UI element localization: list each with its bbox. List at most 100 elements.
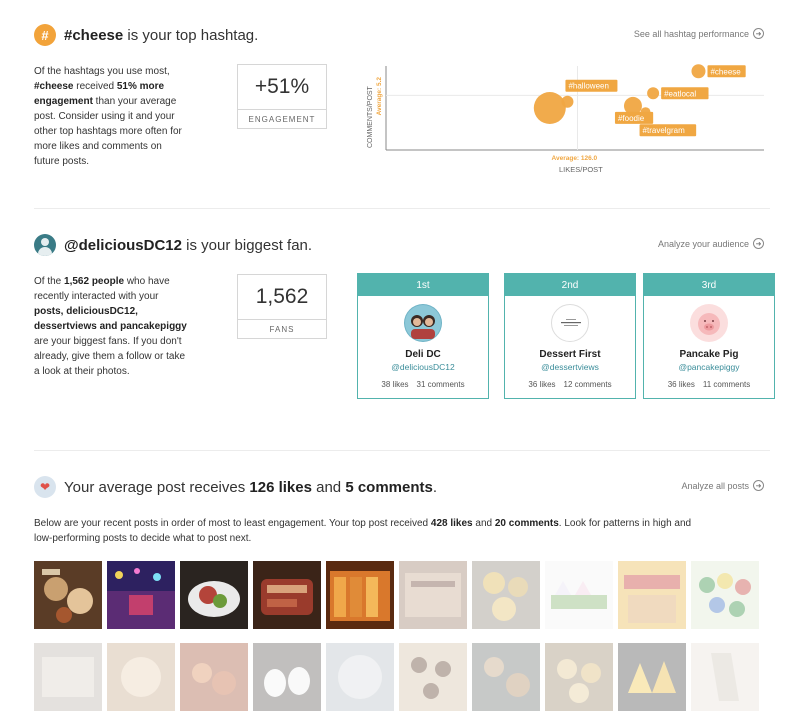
fans-desc-line: dessertviews and pancakepiggy: [34, 319, 224, 334]
hashtag-desc-line: post. Consider using it and your: [34, 111, 175, 122]
hashtag-desc-line: more likes and comments on: [34, 141, 162, 152]
top-fan-handle: @deliciousDC12: [64, 236, 182, 254]
fan-card-3[interactable]: 3rd Pancake Pig @pancakepiggy 36 likes 11…: [643, 273, 775, 399]
fans-desc-bold: 1,562 people: [64, 276, 125, 287]
fan-name: Dessert First: [539, 349, 601, 360]
fan-stats: 38 likes 31 comments: [358, 380, 488, 389]
hashtag-desc-text: received: [73, 81, 117, 92]
hashtag-title-rest: is your top hashtag.: [123, 26, 259, 44]
post-thumbnail[interactable]: [618, 643, 686, 711]
post-thumbnail[interactable]: [253, 643, 321, 711]
post-thumbnail[interactable]: [180, 643, 248, 711]
fan-rank: 1st: [358, 274, 488, 296]
fan-likes: 36 likes: [667, 380, 695, 389]
hashtag-desc-line: engagement than your average: [34, 94, 224, 109]
scatter-point: [561, 95, 574, 108]
post-image: [326, 561, 394, 629]
fan-handle-link[interactable]: @pancakepiggy: [644, 362, 774, 372]
x-axis-label: LIKES/POST: [559, 165, 603, 174]
post-thumbnail[interactable]: [472, 643, 540, 711]
divider: [34, 208, 770, 209]
fan-handle-link[interactable]: @dessertviews: [505, 362, 635, 372]
fan-card-2[interactable]: 2nd Dessert First @dessertviews 36 likes…: [504, 273, 636, 399]
post-image: [34, 643, 102, 711]
post-image: [107, 643, 175, 711]
hashtag-scatter-chart: #halloween #foodie #travelgram #eatlocal #ch…: [362, 60, 772, 180]
fan-name: Pancake Pig: [679, 349, 739, 360]
post-thumbnail[interactable]: [618, 561, 686, 629]
post-thumbnail[interactable]: [545, 643, 613, 711]
hashtag-desc-line: Of the hashtags you use most,: [34, 66, 170, 77]
fan-avatar[interactable]: [404, 304, 442, 342]
post-thumbnail[interactable]: [691, 643, 759, 711]
post-image: [34, 561, 102, 629]
post-thumbnail[interactable]: [107, 561, 175, 629]
post-thumbnail[interactable]: [399, 643, 467, 711]
posts-desc-text: and: [472, 518, 495, 529]
post-thumbnail[interactable]: [326, 643, 394, 711]
fan-handle-link[interactable]: @deliciousDC12: [358, 362, 488, 372]
post-thumbnail[interactable]: [34, 643, 102, 711]
top-post-likes: 428 likes: [430, 518, 473, 529]
fans-desc-text: who have: [124, 276, 170, 287]
post-image: [180, 643, 248, 711]
post-thumbnail[interactable]: [180, 561, 248, 629]
posts-desc-text: Below are your recent posts in order of …: [34, 518, 431, 529]
analyze-posts-link[interactable]: Analyze all posts ➜: [681, 480, 764, 491]
post-image: [326, 643, 394, 711]
avg-likes: 126 likes: [249, 478, 312, 496]
analyze-posts-label[interactable]: Analyze all posts: [681, 481, 749, 491]
engagement-label: ENGAGEMENT: [248, 114, 316, 124]
arrow-right-icon[interactable]: ➜: [753, 28, 764, 39]
fan-card-1[interactable]: 1st Deli DC @deliciousDC12 38 likes 31 co…: [357, 273, 489, 399]
fan-avatar[interactable]: [690, 304, 728, 342]
scatter-point: [533, 92, 566, 124]
see-all-hashtag-link[interactable]: See all hashtag performance ➜: [634, 28, 764, 39]
fan-stats: 36 likes 12 comments: [505, 380, 635, 389]
divider: [34, 450, 770, 451]
top-hashtag: #cheese: [64, 26, 124, 44]
hashtag-desc-bold: 51% more: [116, 81, 165, 92]
post-image: [253, 643, 321, 711]
see-all-hashtag-label[interactable]: See all hashtag performance: [634, 29, 749, 39]
arrow-right-icon[interactable]: ➜: [753, 238, 764, 249]
analyze-audience-link[interactable]: Analyze your audience ➜: [658, 238, 764, 249]
posts-title-text: .: [432, 478, 438, 496]
post-thumbnail[interactable]: [399, 561, 467, 629]
analyze-audience-label[interactable]: Analyze your audience: [658, 239, 749, 249]
post-thumbnail[interactable]: [326, 561, 394, 629]
posts-desc-line: Below are your recent posts in order of …: [34, 516, 774, 531]
fans-desc-bold: dessertviews and pancakepiggy: [34, 321, 187, 332]
hashtag-desc-bold: engagement: [34, 96, 93, 107]
hashtag-desc-line: other top hashtags more often for: [34, 126, 182, 137]
fans-section-title: @deliciousDC12 is your biggest fan.: [34, 234, 312, 256]
fan-avatar-image: [405, 305, 441, 341]
fan-avatar[interactable]: [551, 304, 589, 342]
posts-description: Below are your recent posts in order of …: [34, 516, 774, 546]
post-thumbnail[interactable]: [253, 561, 321, 629]
fan-rank: 3rd: [644, 274, 774, 296]
post-image: [691, 561, 759, 629]
arrow-right-icon[interactable]: ➜: [753, 480, 764, 491]
point-label: #eatlocal: [664, 89, 696, 98]
hashtag-description: Of the hashtags you use most, #cheese re…: [34, 64, 224, 169]
fans-desc-line: are your biggest fans. If you don't: [34, 336, 182, 347]
post-thumbnail[interactable]: [34, 561, 102, 629]
top-post-comments: 20 comments: [494, 518, 559, 529]
post-thumbnail[interactable]: [107, 643, 175, 711]
fans-desc-line: already, give them a follow or take: [34, 351, 186, 362]
post-thumbnail[interactable]: [691, 561, 759, 629]
point-label: #halloween: [568, 82, 608, 91]
post-thumbnail[interactable]: [472, 561, 540, 629]
post-thumbnail[interactable]: [545, 561, 613, 629]
fan-comments: 12 comments: [563, 380, 612, 389]
scatter-svg: #halloween #foodie #travelgram #eatlocal #ch…: [367, 64, 764, 174]
point-label: #foodie: [618, 114, 645, 123]
hashtag-desc-line: #cheese received 51% more: [34, 79, 224, 94]
point-label: #cheese: [710, 67, 741, 76]
hashtag-desc-line: future posts.: [34, 156, 90, 167]
fan-stats: 36 likes 11 comments: [644, 380, 774, 389]
fan-avatar-image: [698, 313, 720, 335]
point-label: #travelgram: [643, 126, 686, 135]
post-image: [545, 643, 613, 711]
